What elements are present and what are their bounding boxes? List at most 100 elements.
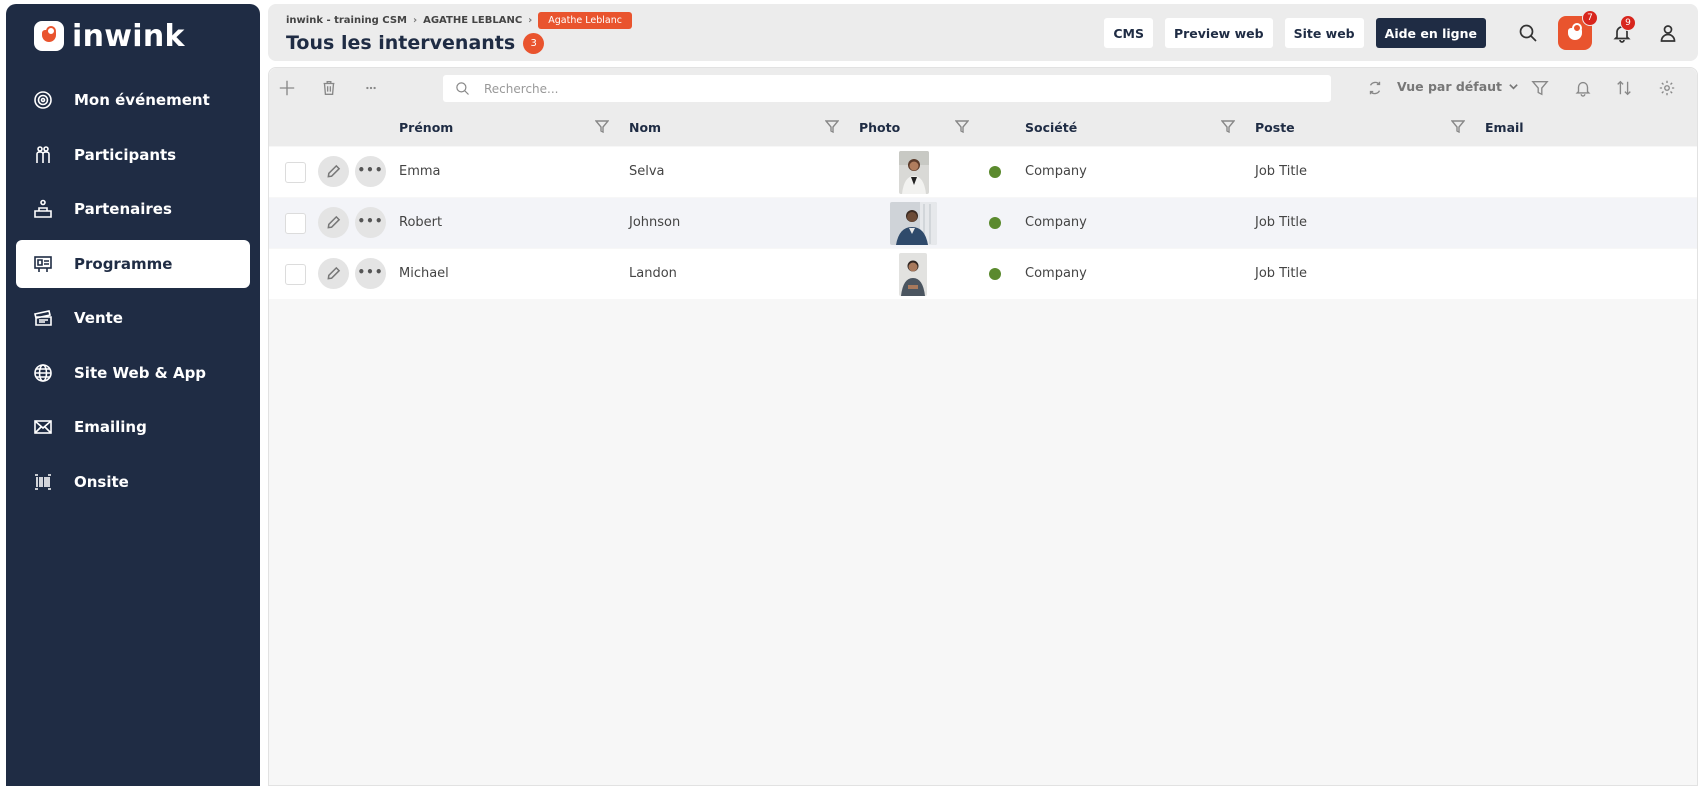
cms-button[interactable]: CMS: [1104, 18, 1153, 48]
status-dot: [989, 217, 1001, 229]
filter-icon[interactable]: [1528, 76, 1552, 100]
sidebar-item-participants[interactable]: Participants: [16, 131, 250, 179]
ticket-icon: [32, 307, 54, 329]
breadcrumb-separator-icon: ›: [412, 15, 418, 26]
edit-button[interactable]: [318, 156, 349, 187]
preview-web-button[interactable]: Preview web: [1164, 18, 1273, 48]
breadcrumb-item-event[interactable]: inwink - training CSM: [286, 15, 407, 26]
edit-button[interactable]: [318, 258, 349, 289]
cell-poste: Job Title: [1255, 164, 1308, 179]
bell-icon[interactable]: 9: [1606, 15, 1638, 49]
search-icon[interactable]: [1512, 17, 1544, 49]
column-photo[interactable]: Photo: [859, 120, 900, 135]
breadcrumb-separator-icon: ›: [528, 15, 533, 26]
app-notification-badge: 7: [1582, 10, 1598, 26]
presentation-icon: [32, 253, 54, 275]
sidebar: inwink Mon événement Participants Parten…: [6, 4, 260, 786]
users-icon: [32, 144, 54, 166]
breadcrumb-badge[interactable]: Agathe Leblanc: [538, 12, 632, 29]
site-web-button[interactable]: Site web: [1284, 18, 1364, 48]
bell-notification-badge: 9: [1620, 15, 1636, 31]
row-checkbox[interactable]: [285, 264, 306, 285]
row-more-button[interactable]: •••: [355, 258, 386, 289]
sidebar-item-label: Participants: [74, 145, 177, 164]
trash-icon[interactable]: [317, 76, 341, 100]
sidebar-item-emailing[interactable]: Emailing: [16, 403, 250, 451]
bell-icon[interactable]: [1571, 76, 1595, 100]
pencil-icon: [327, 215, 341, 229]
target-icon: [32, 89, 54, 111]
edit-button[interactable]: [318, 207, 349, 238]
column-poste[interactable]: Poste: [1255, 120, 1295, 135]
logo-text: inwink: [72, 18, 185, 54]
add-icon[interactable]: [275, 76, 299, 100]
sidebar-item-programme[interactable]: Programme: [16, 239, 250, 288]
logo-icon: [34, 21, 64, 51]
app-switcher-icon[interactable]: 7: [1558, 10, 1598, 50]
cell-prenom: Michael: [399, 266, 449, 281]
breadcrumb: inwink - training CSM › AGATHE LEBLANC ›…: [286, 12, 632, 29]
view-select[interactable]: Vue par défaut: [1397, 79, 1519, 94]
more-icon: •••: [357, 264, 384, 279]
column-prenom[interactable]: Prénom: [399, 120, 453, 135]
cell-prenom: Robert: [399, 215, 443, 230]
globe-icon: [32, 362, 54, 384]
sidebar-item-site-web[interactable]: Site Web & App: [16, 349, 250, 397]
sidebar-item-vente[interactable]: Vente: [16, 294, 250, 342]
sidebar-item-partenaires[interactable]: Partenaires: [16, 185, 250, 233]
sidebar-item-mon-evenement[interactable]: Mon événement: [16, 76, 250, 124]
row-more-button[interactable]: •••: [355, 207, 386, 238]
sort-icon[interactable]: [1612, 76, 1636, 100]
row-more-button[interactable]: •••: [355, 156, 386, 187]
cell-societe: Company: [1025, 266, 1087, 281]
row-checkbox[interactable]: [285, 213, 306, 234]
speaker-photo: [890, 202, 937, 245]
filter-icon[interactable]: [1450, 118, 1467, 134]
column-email[interactable]: Email: [1485, 120, 1524, 135]
sidebar-item-label: Partenaires: [74, 200, 172, 218]
table-header: Prénom Nom Photo Société Poste Email: [269, 108, 1697, 146]
view-select-label: Vue par défaut: [1397, 79, 1503, 94]
logo[interactable]: inwink: [34, 18, 185, 54]
column-nom[interactable]: Nom: [629, 120, 661, 135]
breadcrumb-item-user[interactable]: AGATHE LEBLANC: [423, 15, 522, 26]
sidebar-item-label: Vente: [74, 309, 123, 327]
search-input[interactable]: [484, 81, 1284, 96]
more-icon: •••: [357, 213, 384, 228]
cell-nom: Selva: [629, 164, 665, 179]
status-dot: [989, 166, 1001, 178]
header-actions: CMS Preview web Site web Aide en ligne 7…: [1104, 10, 1684, 50]
table-row[interactable]: ••• Robert Johnson Company Job Title: [269, 198, 1697, 248]
page-title-text: Tous les intervenants: [286, 32, 516, 54]
table-row[interactable]: ••• Emma Selva Company Job Title: [269, 147, 1697, 197]
more-icon[interactable]: [359, 76, 383, 100]
sidebar-item-onsite[interactable]: Onsite: [16, 458, 250, 506]
page-header: inwink - training CSM › AGATHE LEBLANC ›…: [268, 4, 1698, 61]
table-row[interactable]: ••• Michael Landon Company Job Title: [269, 249, 1697, 299]
cell-societe: Company: [1025, 215, 1087, 230]
user-icon[interactable]: [1652, 17, 1684, 49]
sidebar-item-label: Onsite: [74, 472, 129, 491]
cell-poste: Job Title: [1255, 215, 1308, 230]
filter-icon[interactable]: [1220, 118, 1237, 134]
cell-nom: Landon: [629, 266, 677, 281]
speaker-photo: [899, 253, 927, 296]
search-box: [443, 75, 1331, 102]
chevron-down-icon: [1509, 84, 1518, 90]
search-icon: [456, 82, 469, 95]
gear-icon[interactable]: [1655, 76, 1679, 100]
content-panel: Vue par défaut Prénom Nom Photo Société …: [268, 67, 1698, 786]
speaker-photo: [899, 151, 929, 194]
filter-icon[interactable]: [594, 118, 611, 134]
row-checkbox[interactable]: [285, 162, 306, 183]
sidebar-item-label: Site Web & App: [74, 363, 207, 382]
refresh-icon[interactable]: [1363, 76, 1387, 100]
filter-icon[interactable]: [824, 118, 841, 134]
help-button[interactable]: Aide en ligne: [1375, 18, 1486, 48]
cell-nom: Johnson: [629, 215, 681, 230]
sidebar-item-label: Mon événement: [74, 91, 210, 109]
column-societe[interactable]: Société: [1025, 120, 1077, 135]
filter-icon[interactable]: [954, 118, 971, 134]
pencil-icon: [327, 164, 341, 178]
cell-societe: Company: [1025, 164, 1087, 179]
